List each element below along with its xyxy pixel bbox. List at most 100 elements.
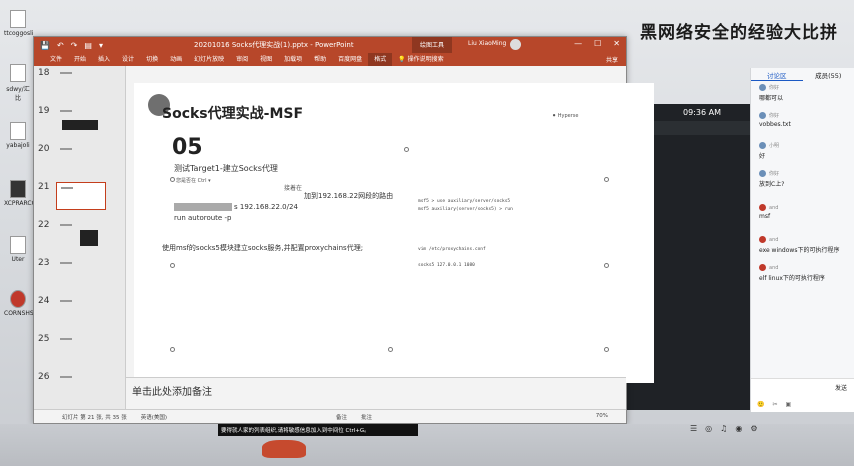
tab-help[interactable]: 帮助 [308, 53, 332, 66]
resize-handle[interactable] [604, 263, 609, 268]
send-button[interactable]: 发送 [835, 383, 847, 392]
app-icon [10, 290, 26, 308]
tab-review[interactable]: 审阅 [230, 53, 254, 66]
tab-insert[interactable]: 插入 [92, 53, 116, 66]
resize-handle[interactable] [604, 177, 609, 182]
avatar [759, 170, 766, 177]
resize-handle[interactable] [388, 347, 393, 352]
tab-transitions[interactable]: 切换 [140, 53, 164, 66]
slide-thumbnail[interactable]: 21 [36, 182, 124, 212]
section-number[interactable]: 05 [172, 135, 203, 160]
scissors-icon[interactable]: ✂ [772, 401, 777, 408]
tab-baidu[interactable]: 百度网盘 [332, 53, 368, 66]
desktop-icon[interactable]: Uter [4, 236, 32, 263]
chat-tabs: 讨论区 成员(55) [751, 68, 854, 82]
settings-icon[interactable]: ⚙ [750, 424, 757, 433]
desktop-icon[interactable]: CORNSHSR/REV [4, 290, 52, 317]
slide-thumbnails-pane[interactable]: 18 19 20 21 22 23 24 25 26 [34, 66, 126, 411]
notes-pane[interactable]: 单击此处添加备注 [126, 377, 626, 411]
slide-number: 18 [38, 68, 50, 78]
save-icon[interactable]: 💾 [40, 41, 50, 50]
tab-addins[interactable]: 加载项 [278, 53, 308, 66]
slide-thumbnail[interactable]: 22 [36, 220, 124, 250]
slide-thumbnail[interactable]: 25 [36, 334, 124, 364]
comments-button[interactable]: 批注 [361, 413, 372, 421]
tab-view[interactable]: 视图 [254, 53, 278, 66]
share-button[interactable]: 共享 [606, 55, 618, 64]
autoroute-command[interactable]: run autoroute -p [174, 214, 231, 222]
notes-button[interactable]: 备注 [336, 413, 347, 421]
slide-thumbnail[interactable]: 24 [36, 296, 124, 326]
tell-me-search[interactable]: 💡 操作说明搜索 [392, 53, 449, 66]
menu-icon[interactable]: ☰ [690, 424, 697, 433]
desktop-icon[interactable]: XCPRARCON [4, 180, 41, 207]
resize-handle[interactable] [170, 263, 175, 268]
message-text: 哪都可以 [759, 95, 784, 102]
tab-format[interactable]: 格式 [368, 53, 393, 66]
message-text: msf [759, 213, 771, 220]
tab-slideshow[interactable]: 幻灯片放映 [188, 53, 230, 66]
message-text: elf linux下的可执行程序 [759, 275, 825, 282]
present-icon[interactable]: ▤ [84, 41, 92, 50]
file-icon [10, 10, 26, 28]
maximize-button[interactable]: ☐ [594, 39, 601, 48]
language-indicator[interactable]: 英语(美国) [141, 413, 167, 421]
route-command-text: s 192.168.22.0/24 [234, 203, 298, 211]
record-icon[interactable]: ◉ [735, 424, 742, 433]
tab-home[interactable]: 开始 [68, 53, 92, 66]
slide-thumbnail[interactable]: 26 [36, 372, 124, 402]
message-text: vobbes.txt [759, 121, 791, 128]
tab-discussion[interactable]: 讨论区 [751, 70, 803, 81]
mini-toolbar[interactable]: 您是否在 Ctrl ▾ [176, 177, 211, 184]
chat-message: and msf [759, 204, 778, 220]
tab-members[interactable]: 成员(55) [803, 70, 854, 80]
chat-input-area[interactable]: 发送 🙂 ✂ ▣ [751, 378, 854, 412]
route-command[interactable]: s 192.168.22.0/24 [174, 203, 298, 211]
audio-icon[interactable]: ♫ [720, 424, 727, 433]
close-button[interactable]: ✕ [613, 39, 620, 48]
desktop-icon[interactable]: yabajoli [4, 122, 32, 149]
slide-position: 幻灯片 第 21 张, 共 35 张 [62, 414, 127, 421]
file-icon [10, 122, 26, 140]
tab-animations[interactable]: 动画 [164, 53, 188, 66]
resize-handle[interactable] [170, 177, 175, 182]
desktop-icon[interactable]: sdwy/汇比 [4, 64, 32, 102]
ribbon-tabs: 文件 开始 插入 设计 切换 动画 幻灯片放映 审阅 视图 加载项 帮助 百度网… [34, 53, 626, 66]
route-note: 接着在 [284, 185, 303, 192]
customize-icon[interactable]: ▾ [99, 41, 103, 50]
undo-icon[interactable]: ↶ [57, 41, 64, 50]
sender-name: 你好 [769, 113, 780, 119]
user-name[interactable]: Liu XiaoMing [468, 40, 506, 47]
image-icon[interactable]: ▣ [786, 401, 792, 408]
avatar[interactable] [510, 39, 521, 50]
clock: 09:36 AM [683, 108, 721, 117]
rotate-handle[interactable] [404, 147, 409, 152]
emoji-icon[interactable]: 🙂 [757, 401, 764, 408]
section-subtitle[interactable]: 测试Target1-建立Socks代理 [174, 163, 278, 174]
camera-icon[interactable]: ◎ [705, 424, 712, 433]
resize-handle[interactable] [604, 347, 609, 352]
tab-design[interactable]: 设计 [116, 53, 140, 66]
slide-thumbnail[interactable]: 19 [36, 106, 124, 136]
slide-number: 19 [38, 106, 50, 116]
tab-file[interactable]: 文件 [44, 53, 68, 66]
minimize-button[interactable]: — [574, 39, 582, 48]
background-object [262, 440, 306, 458]
connect-note[interactable]: 加到192.168.22网段的路由 [304, 191, 393, 201]
slide-thumbnail[interactable]: 20 [36, 144, 124, 174]
chat-message: 小明好 [759, 142, 779, 160]
slide-canvas[interactable]: Socks代理实战-MSF ⚫ Hyperse 05 测试Target1-建立S… [134, 83, 654, 383]
zoom-level[interactable]: 70% [596, 413, 608, 419]
slide-title[interactable]: Socks代理实战-MSF [162, 103, 303, 123]
notes-placeholder: 单击此处添加备注 [132, 387, 212, 398]
redo-icon[interactable]: ↷ [71, 41, 78, 50]
slide-description[interactable]: 使用msf的socks5模块建立socks服务,并配置proxychains代理… [162, 243, 363, 253]
message-text: 放到C上? [759, 181, 785, 188]
slide-thumbnail[interactable]: 18 [36, 68, 124, 98]
resize-handle[interactable] [170, 347, 175, 352]
desktop-icon[interactable]: ttcoggosli [4, 10, 33, 37]
slide-thumbnail[interactable]: 23 [36, 258, 124, 288]
avatar [759, 204, 766, 211]
avatar [759, 264, 766, 271]
quick-access-toolbar: 💾 ↶ ↷ ▤ ▾ [40, 41, 103, 50]
